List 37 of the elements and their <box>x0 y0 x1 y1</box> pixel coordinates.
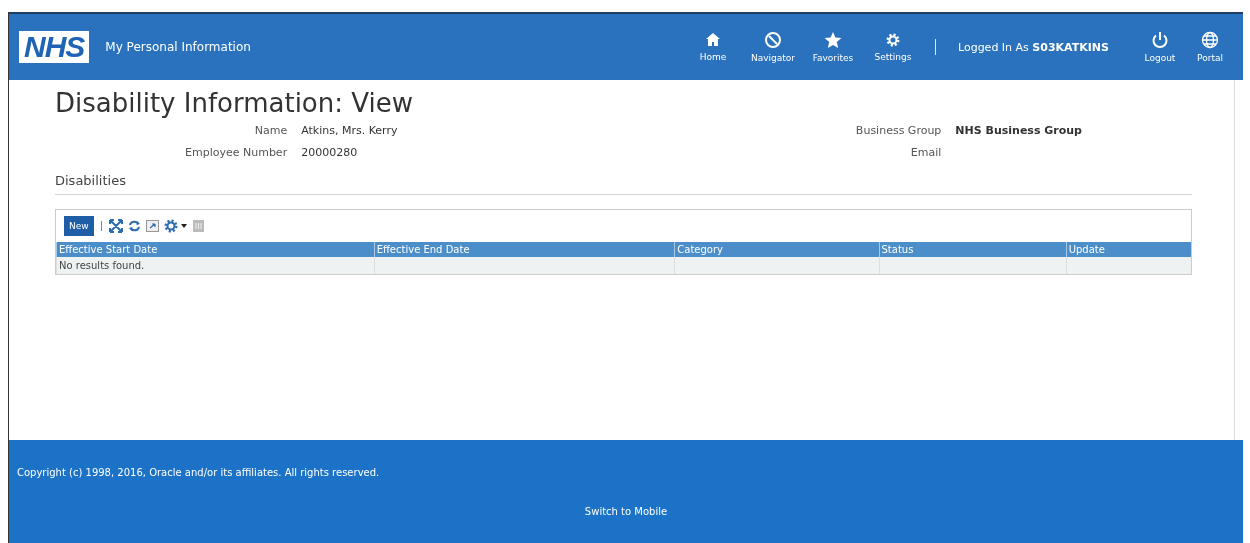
nav-link[interactable]: Home <box>683 32 743 62</box>
switch-to-mobile-link[interactable]: Switch to Mobile <box>584 506 668 517</box>
field-label: Name <box>253 124 288 137</box>
section-title: Disabilities <box>55 173 1192 195</box>
nav-link[interactable]: Favorites <box>803 31 863 63</box>
globe-icon <box>1201 31 1219 49</box>
column-header[interactable]: Effective Start Date <box>56 242 375 257</box>
field-value: NHS Business Group <box>955 124 1082 137</box>
app-title: My Personal Information <box>105 40 251 54</box>
page-title: Disability Information: View <box>55 88 414 118</box>
compass-icon <box>764 31 782 49</box>
column-header[interactable]: Category <box>674 242 879 257</box>
power-icon <box>1151 31 1169 49</box>
settings-icon <box>885 32 901 48</box>
nav-link[interactable]: Logout <box>1135 31 1185 63</box>
column-header[interactable]: Update <box>1066 242 1191 257</box>
field-value: Atkins, Mrs. Kerry <box>301 124 398 137</box>
export-icon[interactable] <box>145 220 159 232</box>
field-label: Business Group <box>855 124 942 137</box>
nav-link[interactable]: Portal <box>1185 31 1235 63</box>
nhs-logo: NHS <box>19 31 90 63</box>
column-header[interactable]: Status <box>879 242 1067 257</box>
field-label: Employee Number <box>185 146 288 159</box>
column-header[interactable]: Effective End Date <box>374 242 675 257</box>
gear-dropdown-icon[interactable] <box>163 219 188 233</box>
field-label: Email <box>909 146 942 159</box>
empty-message: No results found. <box>56 257 375 274</box>
copyright-text: Copyright (c) 1998, 2016, Oracle and/or its affiliates. All rights reserved. <box>17 467 381 478</box>
field-value: 20000280 <box>301 146 359 159</box>
logged-in-text: Logged In As S03KATKINS <box>958 40 1109 54</box>
nav-link[interactable]: Navigator <box>743 31 803 63</box>
star-icon <box>824 31 842 49</box>
home-icon <box>705 32 721 48</box>
expand-icon[interactable] <box>108 219 123 233</box>
refresh-icon[interactable] <box>127 220 141 232</box>
nav-link[interactable]: Settings <box>863 32 923 62</box>
new-button[interactable]: New <box>64 216 94 236</box>
